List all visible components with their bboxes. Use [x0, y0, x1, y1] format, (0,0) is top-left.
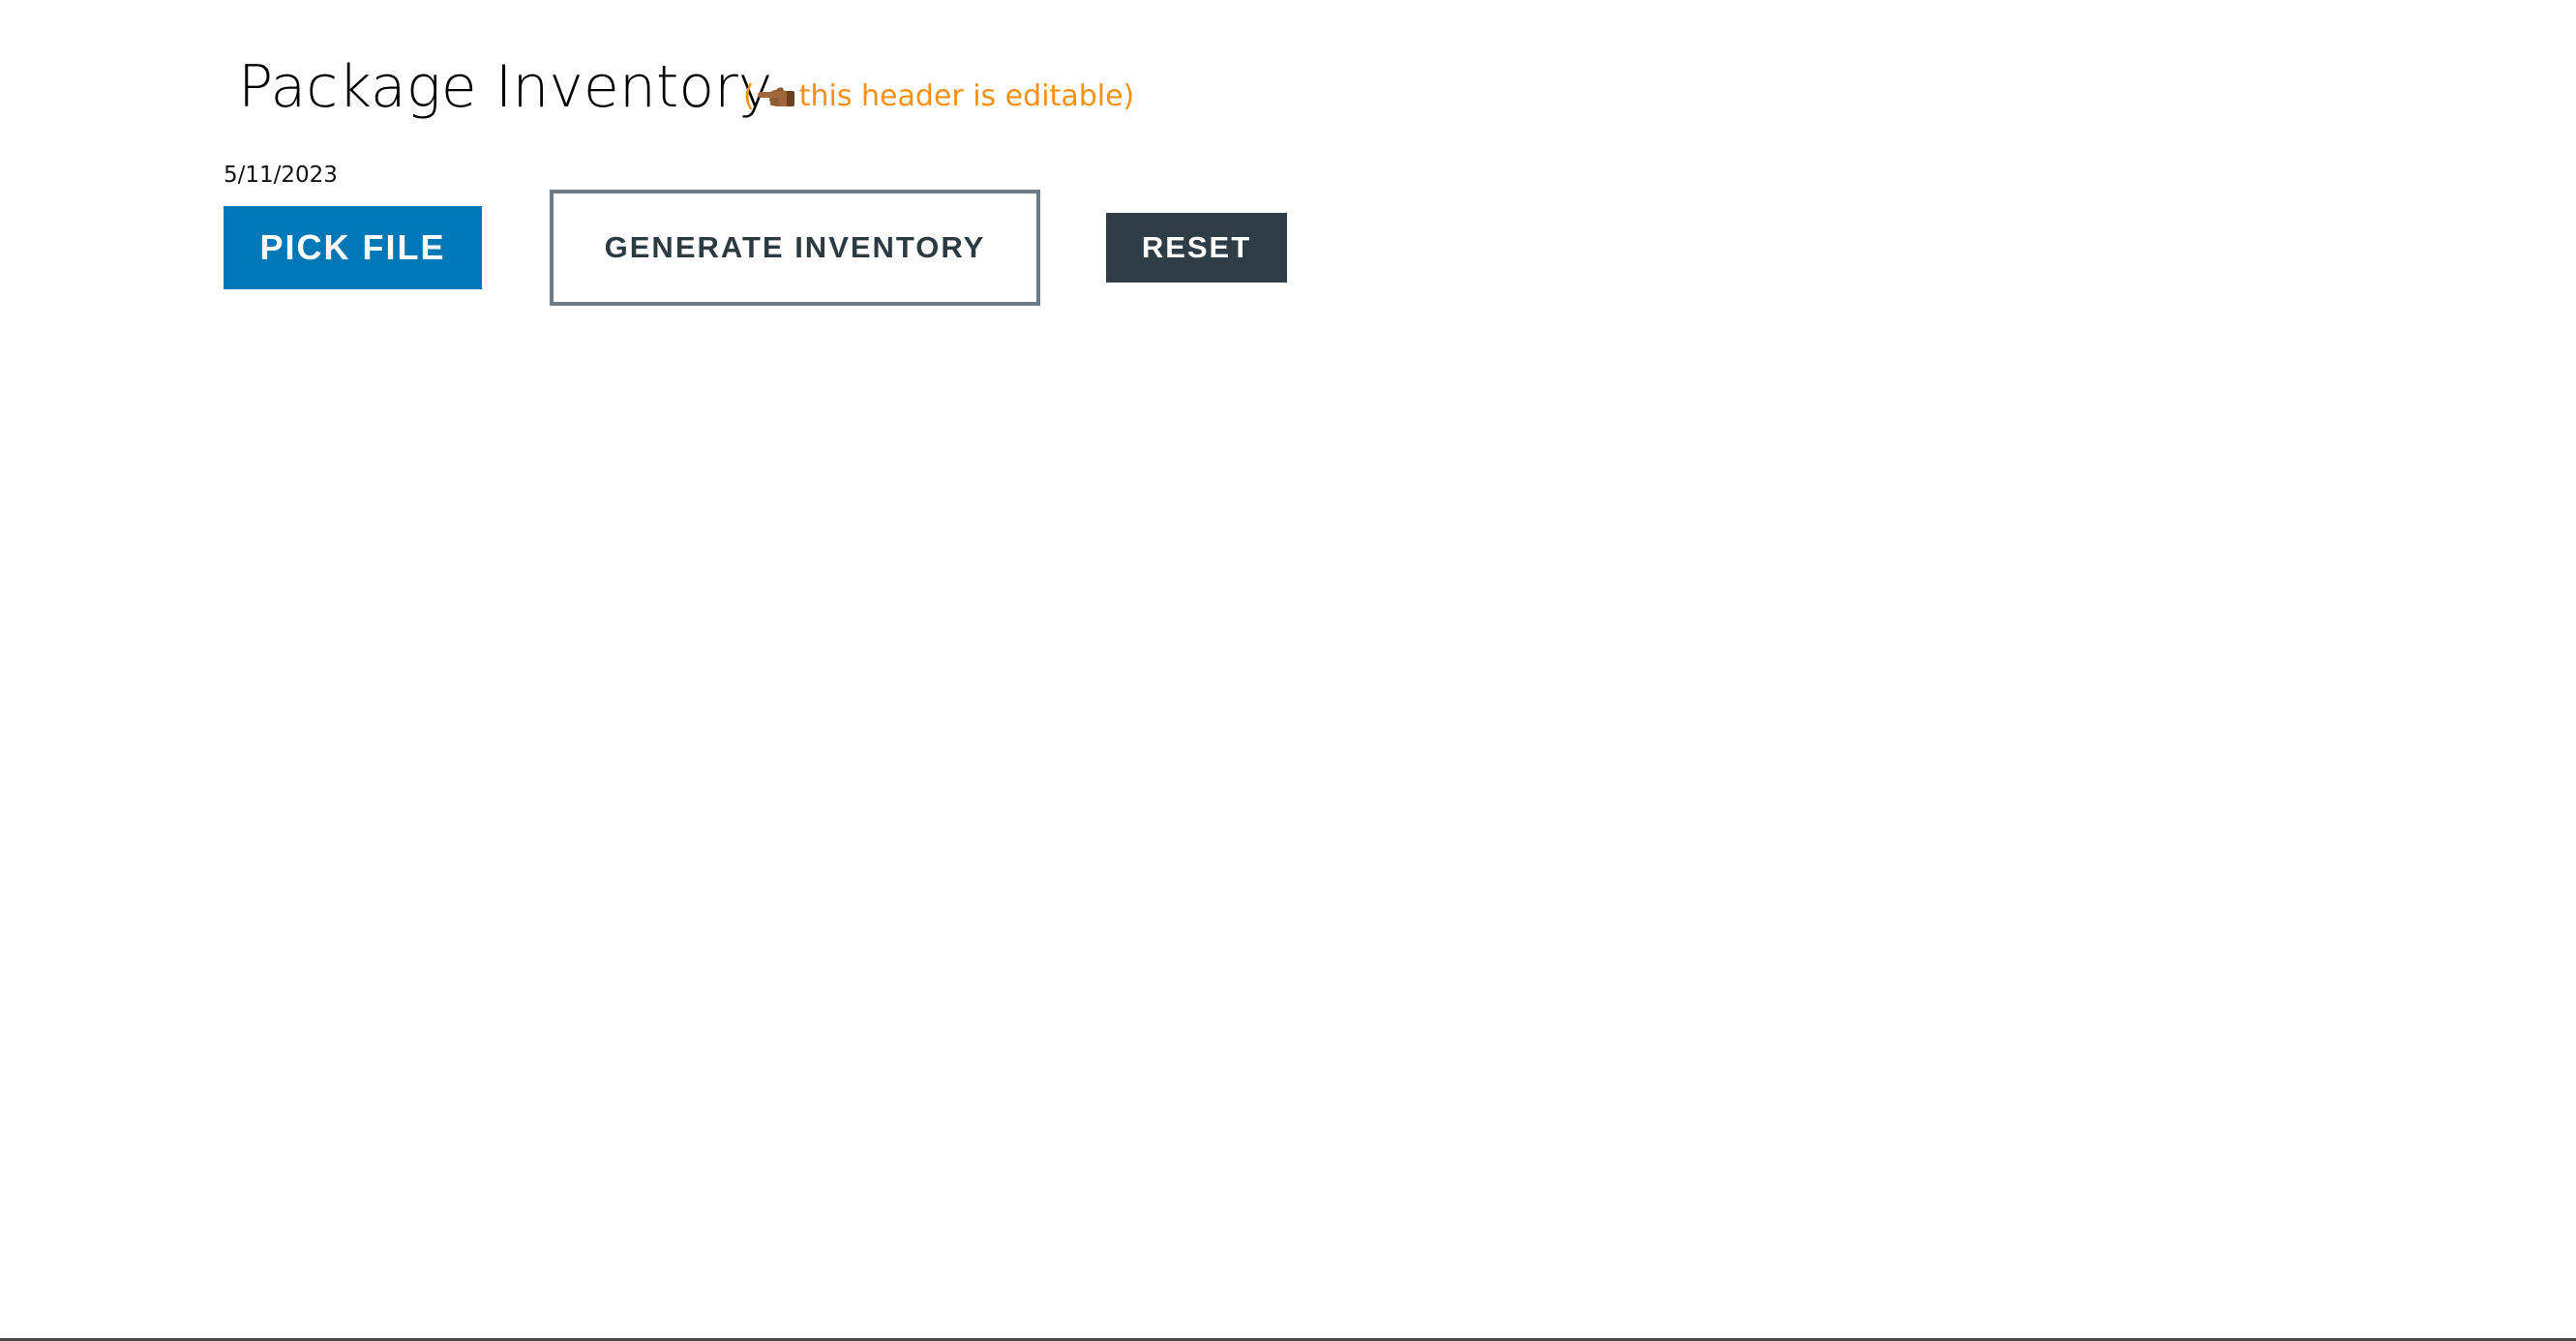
reset-button[interactable]: RESET	[1106, 213, 1287, 283]
pick-file-button[interactable]: PICK FILE	[224, 206, 482, 289]
generate-inventory-button[interactable]: GENERATE INVENTORY	[550, 190, 1040, 306]
pointing-left-hand-icon	[757, 83, 795, 112]
hint-text: this header is editable)	[798, 79, 1135, 113]
page-title[interactable]: Package Inventory	[238, 50, 772, 124]
page: Package Inventory ( this header is edita…	[0, 0, 2576, 1341]
editable-hint: ( this header is editable)	[743, 77, 1134, 116]
current-date: 5/11/2023	[224, 163, 338, 188]
hint-open-paren: (	[743, 79, 755, 113]
